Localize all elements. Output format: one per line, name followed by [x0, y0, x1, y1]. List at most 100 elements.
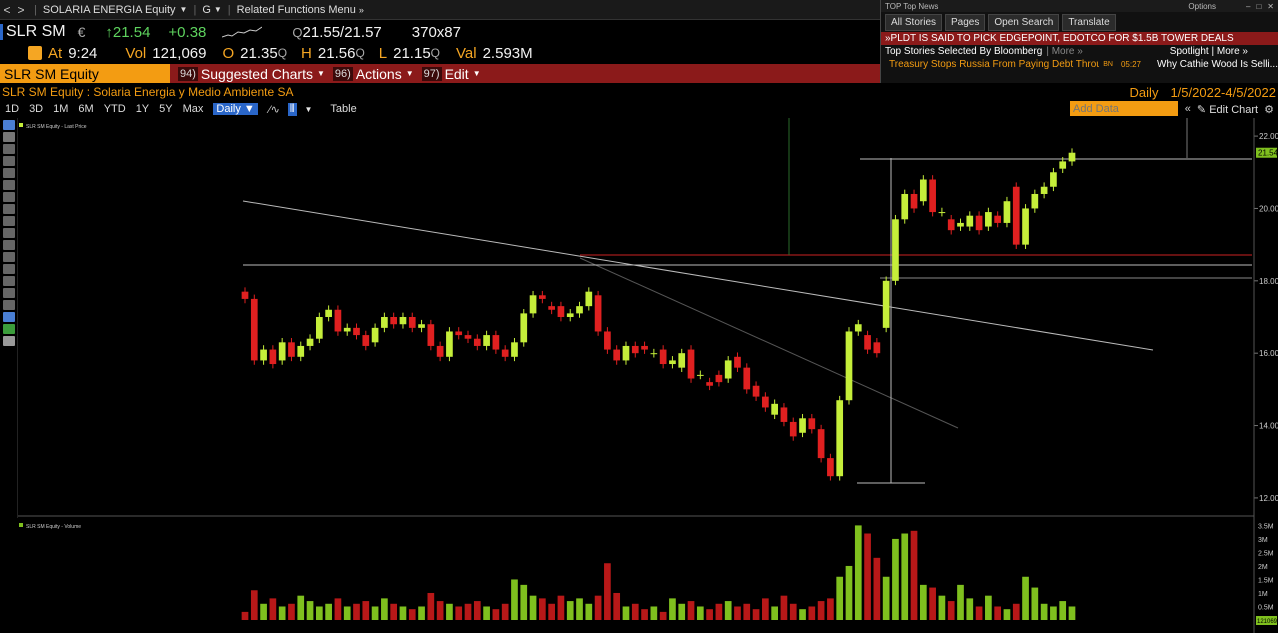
volume-bar: [817, 601, 825, 620]
volume-bar: [975, 606, 983, 620]
security-ticker-field[interactable]: SLR SM Equity: [0, 64, 170, 83]
chart-type-icon[interactable]: ⁄∿: [269, 103, 280, 116]
candle-body: [306, 338, 314, 346]
spotlight-link[interactable]: Spotlight | More »: [1170, 46, 1248, 57]
volume-tick-label: 0.5M: [1258, 604, 1274, 611]
candle-body: [938, 212, 946, 214]
range-1d[interactable]: 1D: [5, 103, 19, 115]
candle-body: [1022, 208, 1029, 245]
volume-bar: [947, 601, 955, 620]
candle-body: [957, 222, 964, 227]
menu-number: 96): [332, 66, 353, 81]
edit-menu[interactable]: 97) Edit ▼: [421, 66, 481, 82]
volume-bar: [288, 603, 295, 620]
price-volume-chart[interactable]: SLR SM Equity - Last Price 22.00 20.00 18.…: [0, 118, 1278, 633]
function-g-dropdown[interactable]: G: [202, 4, 211, 16]
low-label: L: [378, 44, 388, 62]
double-chevron-icon[interactable]: »: [359, 5, 364, 15]
last-volume-badge-label: 121069: [1257, 619, 1278, 625]
edit-chart-button[interactable]: ✎ Edit Chart: [1197, 103, 1258, 116]
chevron-down-icon: ▼: [472, 69, 481, 78]
close-icon[interactable]: ✕: [1267, 2, 1274, 11]
tab-open-search[interactable]: Open Search: [988, 13, 1060, 31]
volume-bar: [929, 587, 936, 620]
security-menu-bar: SLR SM Equity 94) Suggested Charts ▼ 96)…: [0, 64, 880, 83]
volume-bar: [492, 609, 500, 620]
back-icon[interactable]: <: [0, 3, 14, 17]
security-dropdown[interactable]: SOLARIA ENERGIA Equity: [43, 4, 176, 16]
candle-body: [343, 327, 351, 332]
volume-bars: [241, 525, 1076, 620]
tab-all-stories[interactable]: All Stories: [885, 13, 943, 31]
news-story-row[interactable]: Treasury Stops Russia From Paying Debt T…: [881, 58, 1278, 71]
volume-bar: [994, 606, 1002, 620]
range-1m[interactable]: 1M: [53, 103, 68, 115]
range-6m[interactable]: 6M: [78, 103, 93, 115]
volume-bar: [882, 576, 890, 620]
chevron-down-icon[interactable]: ▼: [214, 5, 222, 14]
volume-bar: [464, 603, 472, 620]
chevron-down-icon[interactable]: ▼: [180, 5, 188, 14]
candle-body: [427, 324, 435, 346]
candle-body: [604, 331, 611, 350]
volume-bar: [278, 606, 286, 620]
command-bar: < > | SOLARIA ENERGIA Equity ▼ | G ▼ | R…: [0, 0, 880, 20]
volume-bar: [864, 533, 871, 620]
add-data-input[interactable]: [1070, 101, 1178, 116]
story-headline-2[interactable]: Why Cathie Wood Is Selli...: [1157, 59, 1278, 70]
range-ytd[interactable]: YTD: [104, 103, 126, 115]
candle-body: [724, 360, 732, 379]
candle-body: [371, 327, 379, 343]
volume-legend: SLR SM Equity - Volume: [26, 524, 81, 530]
tab-pages[interactable]: Pages: [945, 13, 986, 31]
volume-bar: [315, 606, 323, 620]
high-label: H: [301, 44, 312, 62]
minimize-icon[interactable]: –: [1246, 2, 1250, 11]
quote-row-secondary: At 9:24 Vol 121,069 O 21.35 Q H 21.56 Q …: [0, 42, 880, 64]
forward-icon[interactable]: >: [14, 3, 28, 17]
candle-body: [548, 306, 555, 310]
candle-body: [446, 331, 453, 357]
volume-bar: [771, 606, 778, 620]
date-range[interactable]: 1/5/2022-4/5/2022: [1170, 85, 1276, 100]
range-1y[interactable]: 1Y: [136, 103, 149, 115]
candle-body: [455, 331, 463, 336]
volume-bar: [325, 603, 332, 620]
range-5y[interactable]: 5Y: [159, 103, 172, 115]
volume-bar: [334, 598, 342, 620]
alert-icon[interactable]: [28, 46, 42, 60]
collapse-icon[interactable]: «: [1185, 103, 1191, 115]
actions-menu[interactable]: 96) Actions ▼: [332, 66, 414, 82]
volume-bar: [511, 579, 518, 620]
volume-bar: [436, 601, 444, 620]
chevron-down-icon[interactable]: ▼: [305, 105, 313, 114]
time-label: At: [48, 44, 63, 62]
volume-bar: [622, 606, 630, 620]
breaking-headline[interactable]: »PLDT IS SAID TO PICK EDGEPOINT, EDOTCO …: [881, 32, 1278, 45]
volume-bar: [529, 595, 537, 620]
candle-body: [473, 338, 481, 346]
candle-body: [882, 280, 890, 328]
range-3d[interactable]: 3D: [29, 103, 43, 115]
gear-icon[interactable]: ⚙: [1264, 103, 1274, 116]
volume-bar: [641, 609, 648, 620]
volume-bar: [706, 609, 713, 620]
candle-body: [353, 327, 360, 336]
more-link[interactable]: | More »: [1046, 46, 1083, 57]
related-functions-menu[interactable]: Related Functions Menu: [237, 4, 356, 16]
bar-style-icon[interactable]: ⫴: [287, 102, 297, 116]
period-dropdown[interactable]: Daily ▼: [213, 103, 258, 115]
candle-body: [529, 295, 537, 314]
candle-body: [492, 335, 500, 350]
volume-bar: [501, 603, 509, 620]
story-headline[interactable]: Treasury Stops Russia From Paying Debt T…: [889, 59, 1099, 70]
table-button[interactable]: Table: [330, 103, 356, 115]
suggested-charts-menu[interactable]: 94) Suggested Charts ▼: [178, 66, 325, 82]
volume-bar: [306, 601, 314, 620]
options-button[interactable]: Options: [1188, 2, 1216, 11]
maximize-icon[interactable]: □: [1256, 2, 1261, 11]
candle-body: [613, 349, 621, 361]
volume-bar: [1003, 609, 1011, 620]
range-max[interactable]: Max: [183, 103, 204, 115]
tab-translate[interactable]: Translate: [1062, 13, 1116, 31]
